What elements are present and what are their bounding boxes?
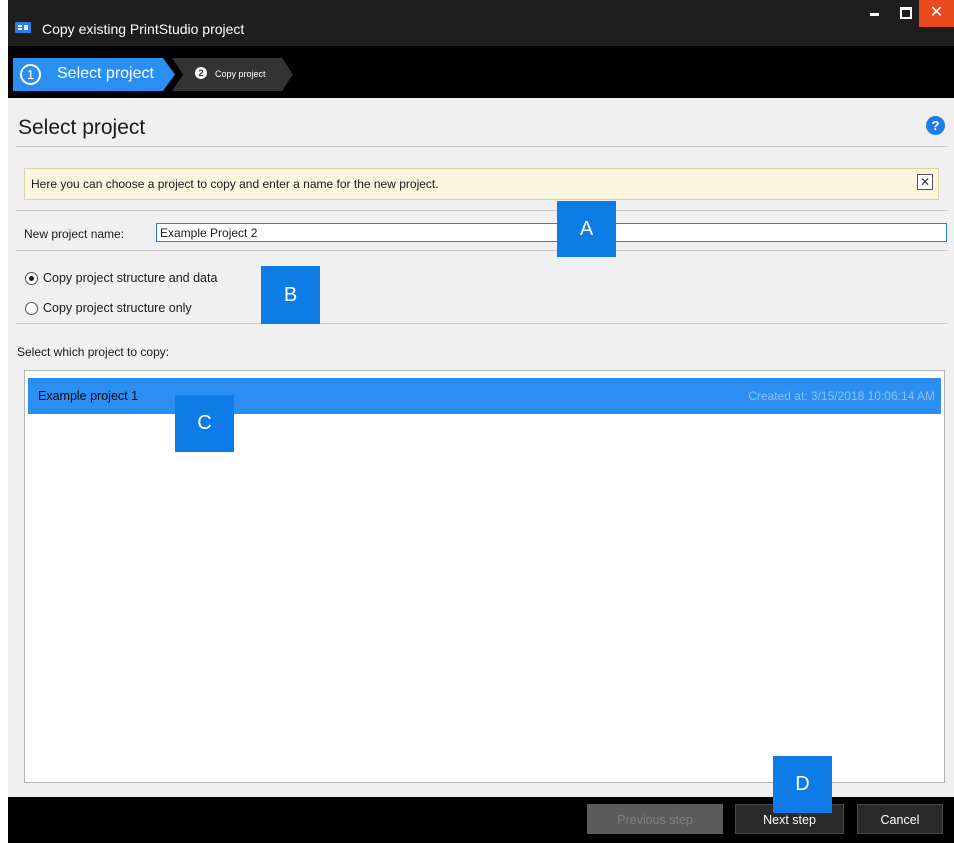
help-icon[interactable]: ? bbox=[926, 116, 945, 135]
window-title: Copy existing PrintStudio project bbox=[42, 21, 245, 37]
title-bar: Copy existing PrintStudio project ✕ bbox=[8, 0, 954, 46]
step-copy-project[interactable]: 2 Copy project bbox=[168, 58, 294, 91]
radio-checked-icon[interactable] bbox=[25, 272, 38, 285]
callout-badge-a: A bbox=[557, 201, 616, 257]
project-name-label: New project name: bbox=[24, 227, 125, 241]
close-info-icon[interactable]: ✕ bbox=[917, 174, 933, 190]
info-banner: Here you can choose a project to copy an… bbox=[24, 168, 939, 200]
info-text: Here you can choose a project to copy an… bbox=[31, 177, 439, 191]
step-number-1: 1 bbox=[20, 64, 41, 85]
project-name: Example project 1 bbox=[38, 389, 139, 403]
divider bbox=[16, 323, 948, 324]
step-label-copy-project: Copy project bbox=[215, 69, 266, 79]
callout-badge-b: B bbox=[261, 266, 320, 324]
divider bbox=[16, 210, 948, 211]
step-number-2: 2 bbox=[195, 67, 207, 79]
option-label: Copy project structure only bbox=[43, 301, 192, 315]
callout-badge-d: D bbox=[773, 756, 832, 813]
project-list[interactable]: Example project 1 Created at: 3/15/2018 … bbox=[24, 370, 945, 783]
divider bbox=[16, 250, 948, 251]
list-item[interactable]: Example project 1 Created at: 3/15/2018 … bbox=[28, 378, 941, 414]
project-name-input[interactable] bbox=[156, 223, 947, 242]
cancel-button[interactable]: Cancel bbox=[857, 804, 943, 834]
previous-step-button[interactable]: Previous step bbox=[587, 804, 723, 834]
select-project-label: Select which project to copy: bbox=[17, 345, 170, 359]
wizard-steps-bar: 1 Select project 2 Copy project bbox=[8, 46, 954, 98]
close-button[interactable]: ✕ bbox=[919, 0, 954, 27]
divider bbox=[16, 146, 948, 147]
maximize-button[interactable] bbox=[891, 0, 919, 26]
project-created-date: Created at: 3/15/2018 10:06:14 AM bbox=[748, 389, 935, 403]
page-title: Select project bbox=[18, 116, 146, 139]
app-card-icon bbox=[15, 22, 31, 33]
step-label-select-project: Select project bbox=[57, 65, 154, 82]
copy-project-window: Copy existing PrintStudio project ✕ 1 Se… bbox=[8, 0, 954, 843]
minimize-button[interactable] bbox=[861, 0, 889, 26]
callout-badge-c: C bbox=[175, 395, 234, 452]
step-select-project[interactable]: 1 Select project bbox=[13, 58, 175, 91]
option-label: Copy project structure and data bbox=[43, 271, 218, 285]
radio-unchecked-icon[interactable] bbox=[25, 302, 38, 315]
